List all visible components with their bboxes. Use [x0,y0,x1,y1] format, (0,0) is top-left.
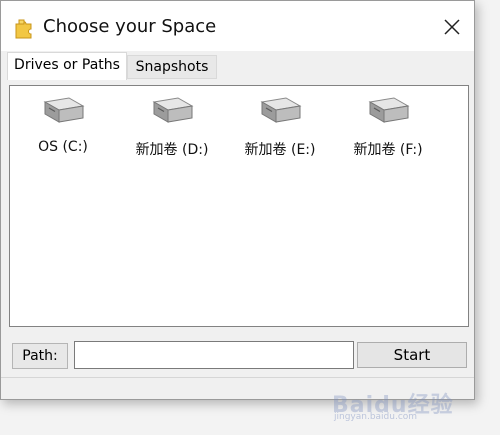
drive-label: OS (C:) [38,139,88,155]
hard-drive-icon [260,97,302,123]
hard-drive-icon [152,97,194,123]
start-button[interactable]: Start [357,342,467,368]
close-icon[interactable] [440,15,464,39]
drive-list: OS (C:) 新加卷 (D:) 新加卷 (E:) 新加卷 (F:) [9,85,469,327]
drive-item-e[interactable]: 新加卷 (E:) [230,96,330,166]
path-input[interactable] [74,341,354,369]
drive-item-f[interactable]: 新加卷 (F:) [338,96,438,166]
app-puzzle-icon [15,19,32,39]
watermark-logo: Baidu经验 jingyan.baidu.com [332,387,472,422]
tab-label: Drives or Paths [14,57,120,73]
path-label: Path: [12,343,68,369]
watermark-subtext: jingyan.baidu.com [334,412,418,422]
drive-item-c[interactable]: OS (C:) [13,96,113,166]
tab-snapshots[interactable]: Snapshots [127,55,217,79]
drive-label: 新加卷 (F:) [353,142,423,158]
tab-label: Snapshots [135,59,209,75]
drive-item-d[interactable]: 新加卷 (D:) [122,96,222,166]
title-bar: Choose your Space [1,1,474,51]
status-divider [1,377,474,378]
path-bar: Path: Start [9,341,469,369]
hard-drive-icon [43,97,85,123]
window-title: Choose your Space [43,16,217,37]
drive-label: 新加卷 (D:) [135,142,209,158]
choose-space-window: Choose your Space Drives or Paths Snapsh… [0,0,475,400]
hard-drive-icon [368,97,410,123]
tab-drives-or-paths[interactable]: Drives or Paths [7,52,127,80]
drive-label: 新加卷 (E:) [244,142,316,158]
